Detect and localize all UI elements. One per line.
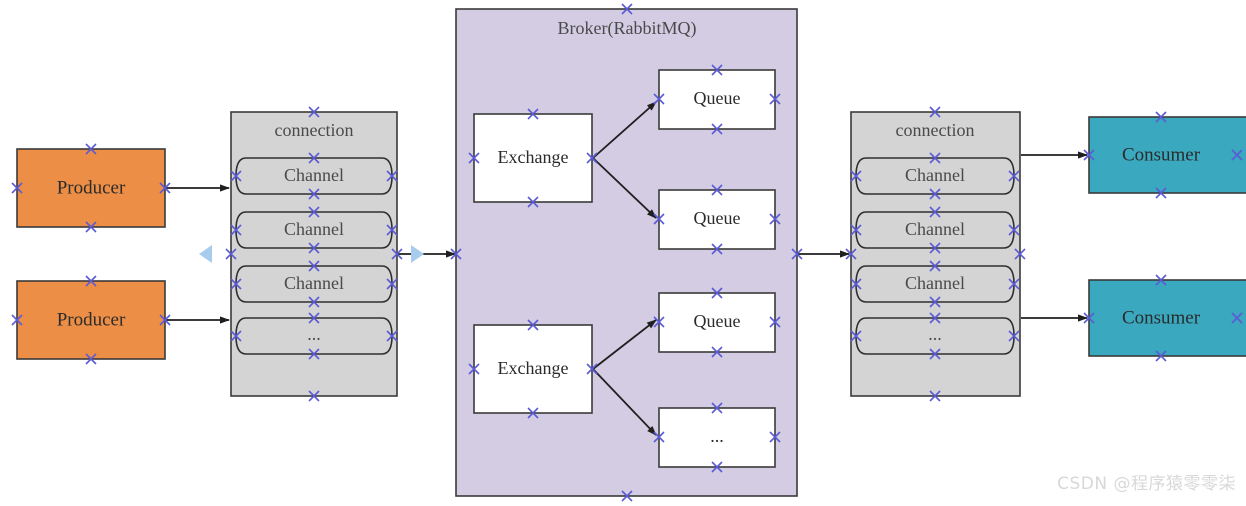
producer-1-label: Producer [57,177,126,198]
consumer-1-label: Consumer [1122,144,1201,165]
queue-more-label: ... [710,426,724,446]
producer-channel-1[interactable]: Channel [235,157,393,195]
consumer-channel-2[interactable]: Channel [855,211,1015,249]
producer-2-label: Producer [57,309,126,330]
producer-connection-title: connection [275,120,354,140]
producer-channel-3-label: Channel [284,273,344,293]
queue-3[interactable]: Queue [658,292,776,353]
producer-channel-1-label: Channel [284,165,344,185]
broker-title: Broker(RabbitMQ) [558,18,697,39]
queue-1-label: Queue [694,88,741,108]
exchange-2-label: Exchange [498,358,569,378]
left-triangle-icon [199,245,212,263]
producer-channel-2[interactable]: Channel [235,211,393,249]
producer-1[interactable]: Producer [16,148,166,228]
consumer-channel-2-label: Channel [905,219,965,239]
producer-channel-more[interactable]: ... [235,317,393,355]
rabbitmq-architecture-diagram: Broker(RabbitMQ) Producer Producer conne… [11,3,1246,502]
consumer-channel-3[interactable]: Channel [855,265,1015,303]
consumer-2-label: Consumer [1122,307,1201,328]
exchange-1[interactable]: Exchange [473,113,593,203]
consumer-channel-more-label: ... [928,324,942,344]
right-triangle-icon [411,245,424,263]
queue-more[interactable]: ... [658,407,776,468]
queue-2-label: Queue [694,208,741,228]
consumer-channel-more[interactable]: ... [855,317,1015,355]
exchange-2[interactable]: Exchange [473,324,593,414]
producer-channel-more-label: ... [307,324,321,344]
queue-1[interactable]: Queue [658,69,776,130]
csdn-watermark: CSDN @程序猿零零柒 [1057,474,1236,494]
consumer-connection-title: connection [896,120,975,140]
consumer-1[interactable]: Consumer [1088,116,1246,194]
queue-3-label: Queue [694,311,741,331]
producer-channel-2-label: Channel [284,219,344,239]
consumer-channel-1[interactable]: Channel [855,157,1015,195]
queue-2[interactable]: Queue [658,189,776,250]
producer-channel-3[interactable]: Channel [235,265,393,303]
diagram-canvas: Broker(RabbitMQ) Producer Producer conne… [0,0,1246,506]
consumer-channel-3-label: Channel [905,273,965,293]
consumer-2[interactable]: Consumer [1088,279,1246,357]
producer-2[interactable]: Producer [16,280,166,360]
exchange-1-label: Exchange [498,147,569,167]
consumer-channel-1-label: Channel [905,165,965,185]
